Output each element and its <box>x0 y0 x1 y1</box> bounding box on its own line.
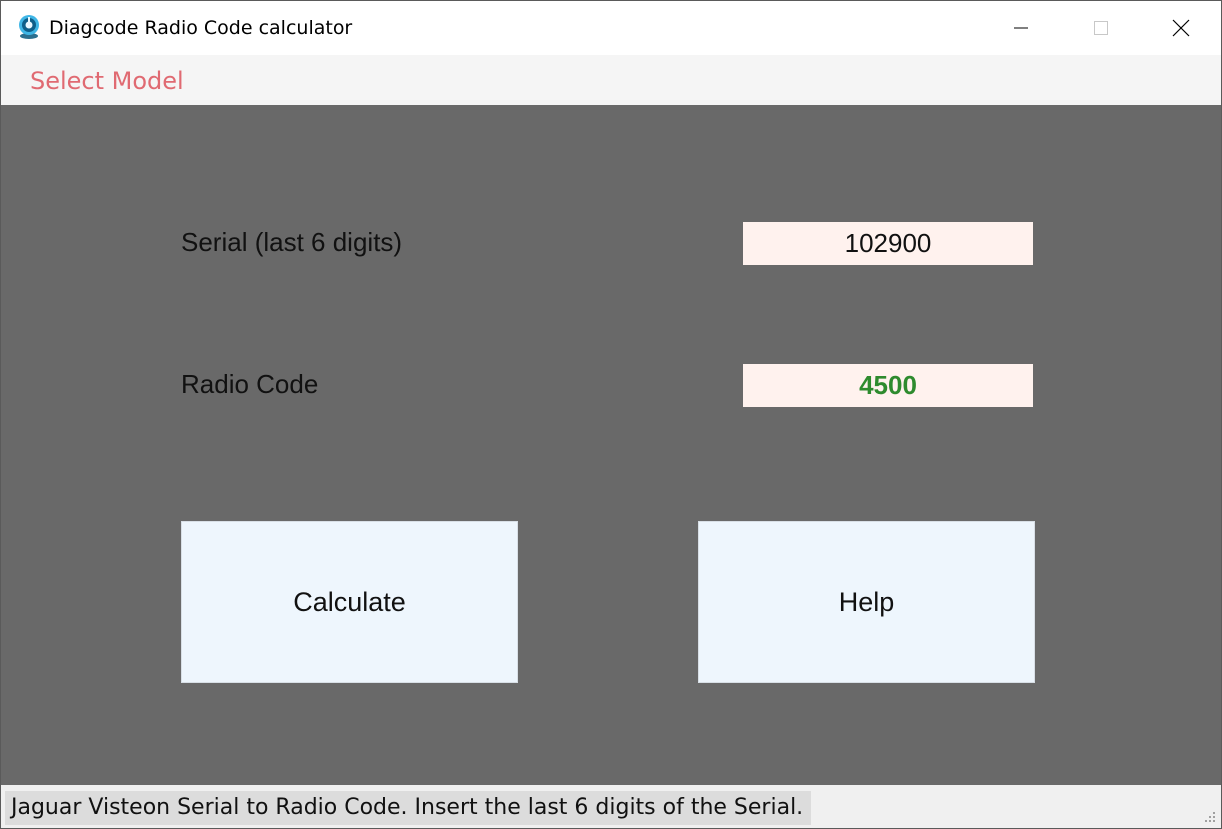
window-title: Diagcode Radio Code calculator <box>49 17 353 39</box>
maximize-icon <box>1094 21 1108 35</box>
radio-code-label: Radio Code <box>181 369 319 399</box>
minimize-icon <box>1014 27 1028 29</box>
calculate-button[interactable]: Calculate <box>181 521 518 683</box>
app-window: Diagcode Radio Code calculator Select Mo… <box>0 0 1222 829</box>
close-button[interactable] <box>1141 1 1221 55</box>
status-bar: Jaguar Visteon Serial to Radio Code. Ins… <box>1 785 1221 828</box>
menu-select-model[interactable]: Select Model <box>30 67 184 95</box>
diagcode-app-icon <box>19 15 39 39</box>
serial-input[interactable] <box>743 222 1033 265</box>
close-icon <box>1172 19 1190 37</box>
title-bar[interactable]: Diagcode Radio Code calculator <box>1 1 1221 55</box>
minimize-button[interactable] <box>981 1 1061 55</box>
maximize-button[interactable] <box>1061 1 1141 55</box>
serial-label: Serial (last 6 digits) <box>181 227 403 257</box>
main-panel: Serial (last 6 digits) Radio Code Calcul… <box>1 105 1221 785</box>
status-text: Jaguar Visteon Serial to Radio Code. Ins… <box>5 791 812 825</box>
help-button[interactable]: Help <box>698 521 1035 683</box>
radio-code-output[interactable] <box>743 364 1033 407</box>
resize-grip-icon[interactable] <box>1201 808 1217 824</box>
menu-bar: Select Model <box>1 55 1221 105</box>
